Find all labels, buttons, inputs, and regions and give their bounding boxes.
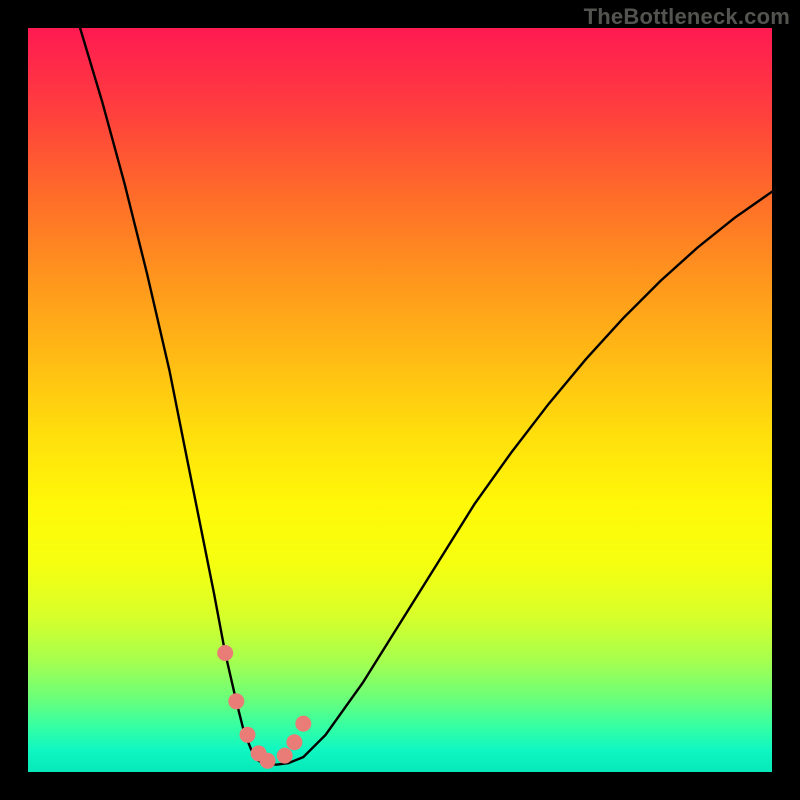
bottleneck-curve (80, 28, 772, 765)
highlight-point (217, 645, 233, 661)
highlight-point (260, 753, 276, 769)
highlight-point (277, 748, 293, 764)
chart-plot-area (28, 28, 772, 772)
highlight-point (295, 716, 311, 732)
highlight-point (286, 734, 302, 750)
chart-frame: TheBottleneck.com (0, 0, 800, 800)
highlight-markers (217, 645, 311, 769)
watermark-text: TheBottleneck.com (584, 4, 790, 30)
highlight-point (228, 693, 244, 709)
chart-svg (28, 28, 772, 772)
highlight-point (240, 727, 256, 743)
